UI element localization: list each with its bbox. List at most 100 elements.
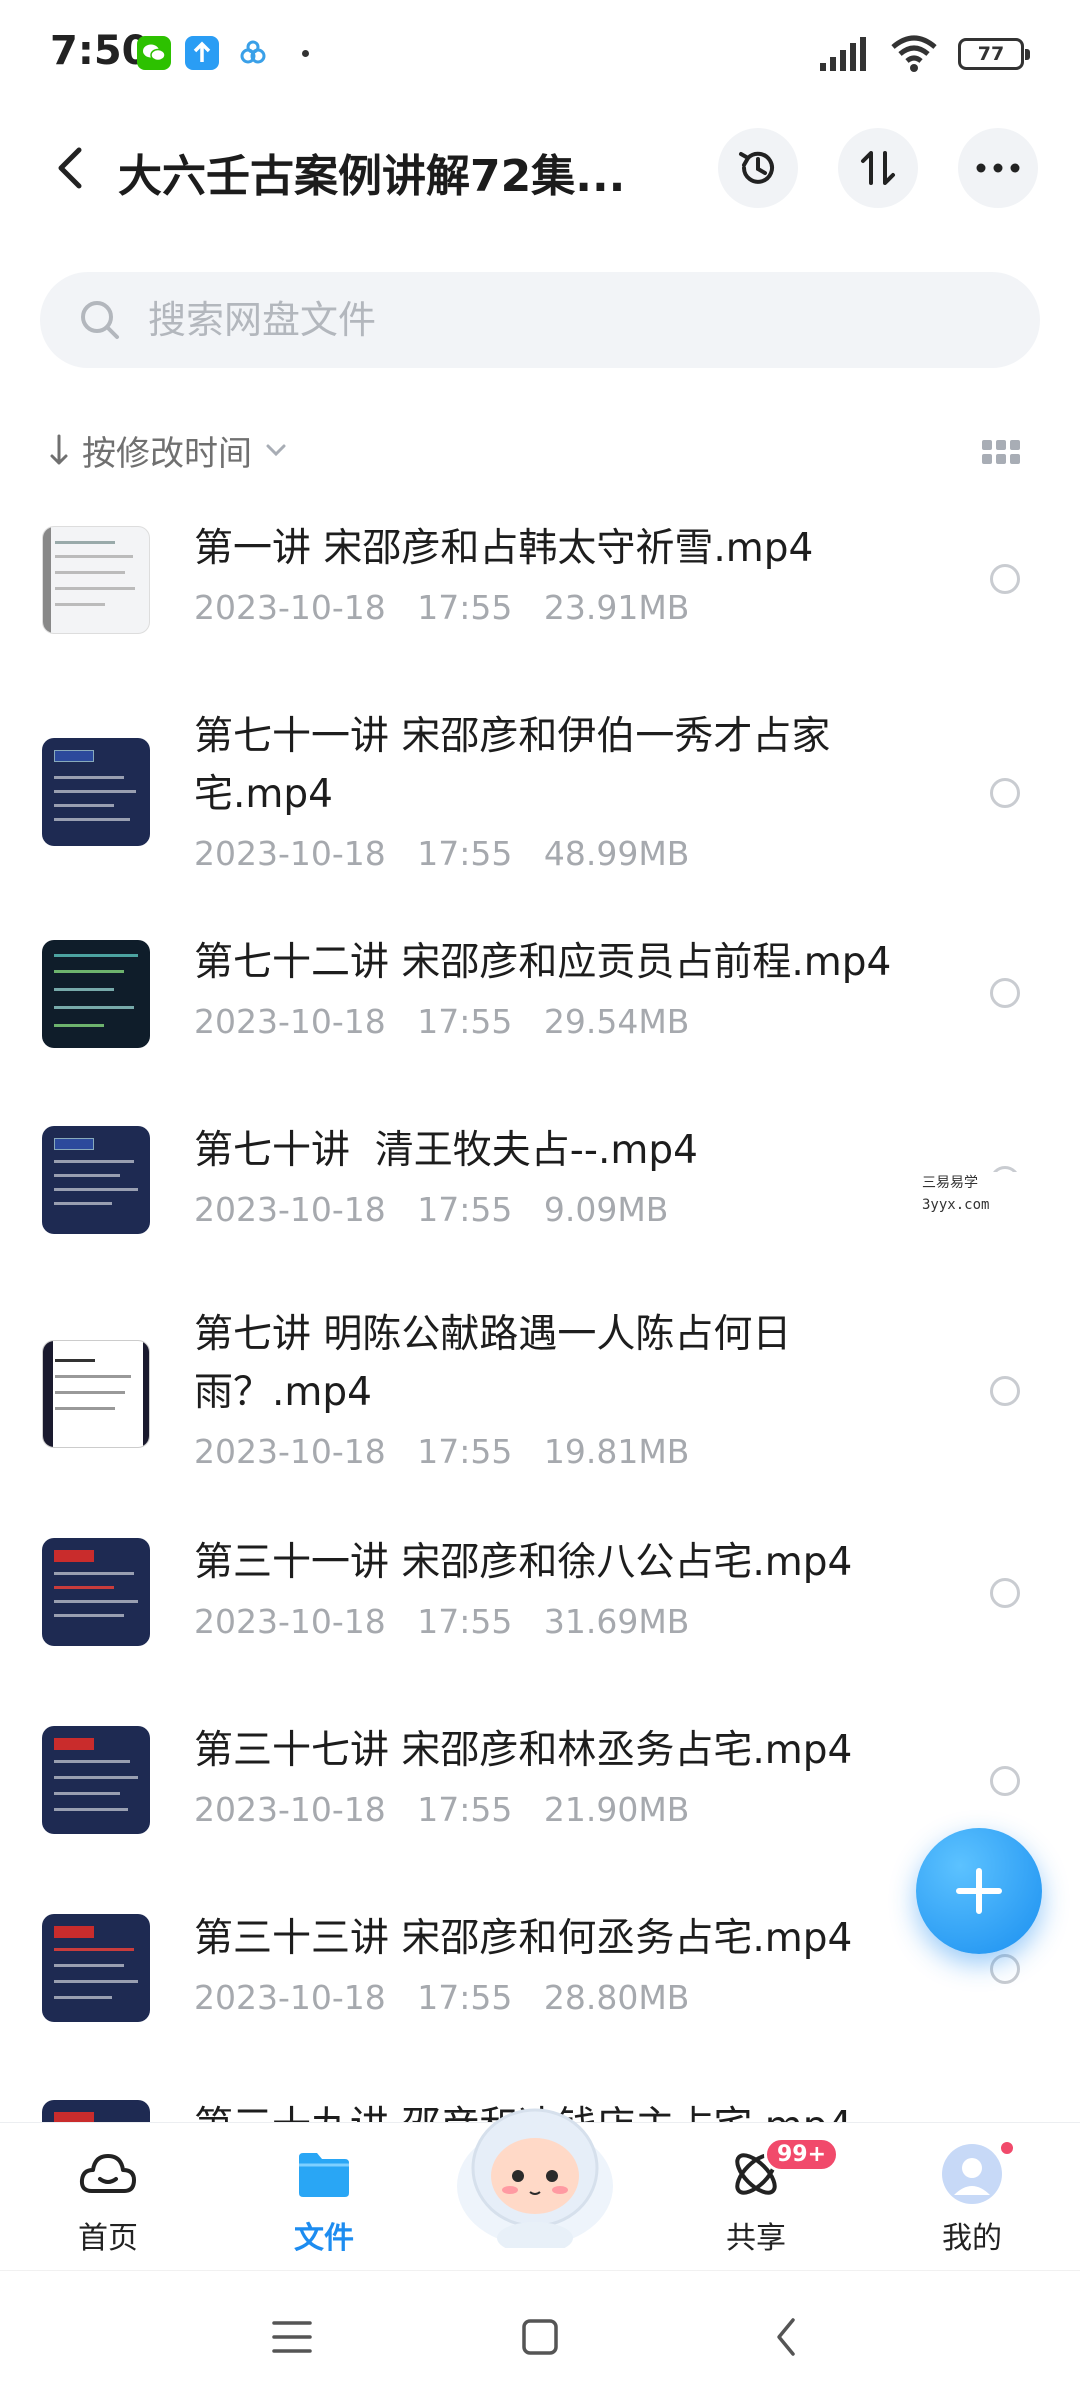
file-meta: 2023-10-18 17:55 9.09MB — [194, 1190, 668, 1229]
file-time: 17:55 — [417, 1190, 513, 1229]
avatar — [942, 2144, 1002, 2204]
file-size: 28.80MB — [543, 1978, 690, 2017]
nav-home-label: 首页 — [78, 2221, 138, 2256]
square-icon — [522, 2319, 558, 2355]
file-date: 2023-10-18 — [194, 1190, 386, 1229]
share-badge: 99+ — [764, 2137, 840, 2172]
search-input[interactable] — [148, 272, 1008, 368]
video-thumbnail — [42, 526, 150, 634]
file-row[interactable]: 第一讲 宋邵彦和占韩太守祈雪.mp4 2023-10-18 17:55 23.9… — [0, 520, 1080, 720]
wechat-icon — [137, 36, 171, 70]
menu-icon — [272, 2321, 312, 2353]
watermark: 三易易学 3yyx.com — [822, 1172, 1080, 1228]
file-date: 2023-10-18 — [194, 588, 386, 627]
status-time: 7:50 — [50, 28, 150, 74]
search-bar[interactable] — [40, 272, 1040, 368]
file-size: 23.91MB — [543, 588, 690, 627]
file-row[interactable]: 第七十二讲 宋邵彦和应贡员占前程.mp4 2023-10-18 17:55 29… — [0, 934, 1080, 1084]
upload-icon — [185, 36, 219, 70]
file-meta: 2023-10-18 17:55 31.69MB — [194, 1602, 689, 1641]
file-name: 第一讲 宋邵彦和占韩太守祈雪.mp4 — [194, 526, 814, 571]
history-button[interactable] — [718, 128, 798, 208]
select-radio[interactable] — [990, 1376, 1020, 1406]
file-size: 19.81MB — [543, 1432, 690, 1471]
file-size: 48.99MB — [543, 834, 690, 873]
more-button[interactable] — [958, 128, 1038, 208]
select-radio[interactable] — [990, 564, 1020, 594]
more-horizontal-icon — [976, 163, 1020, 173]
file-row[interactable]: 第三十七讲 宋邵彦和林丞务占宅.mp4 2023-10-18 17:55 21.… — [0, 1722, 1080, 1872]
add-button[interactable] — [916, 1828, 1042, 1954]
astronaut-mascot-icon — [457, 2108, 613, 2254]
grid-view-icon-cell — [1010, 454, 1020, 464]
nav-me[interactable]: 我的 — [892, 2139, 1052, 2257]
grid-view-icon-cell — [982, 454, 992, 464]
file-size: 9.09MB — [543, 1190, 669, 1229]
search-icon — [81, 301, 119, 339]
file-name: 第七十一讲 宋邵彦和伊伯一秀才占家宅.mp4 — [194, 714, 831, 817]
file-date: 2023-10-18 — [194, 1602, 386, 1641]
folder-icon — [299, 2153, 349, 2197]
grid-view-icon — [982, 440, 992, 450]
nav-share[interactable]: 99+ 共享 — [676, 2137, 840, 2257]
file-meta: 2023-10-18 17:55 29.54MB — [194, 1002, 689, 1041]
chevron-down-icon — [266, 444, 286, 457]
system-back-button[interactable] — [756, 2307, 816, 2367]
file-row[interactable]: 第三十三讲 宋邵彦和何丞务占宅.mp4 2023-10-18 17:55 28.… — [0, 1910, 1080, 2060]
video-thumbnail — [42, 1914, 150, 2022]
page-title: 大六壬古案例讲解72集... — [118, 151, 626, 202]
file-name: 第三十三讲 宋邵彦和何丞务占宅.mp4 — [194, 1916, 853, 1961]
chevron-left-icon — [58, 147, 82, 189]
arrow-down-icon — [50, 434, 68, 465]
select-radio[interactable] — [990, 978, 1020, 1008]
system-home-button[interactable] — [510, 2307, 570, 2367]
nav-me-label: 我的 — [942, 2221, 1002, 2256]
sort-label: 按修改时间 — [82, 433, 252, 474]
wifi-icon — [891, 35, 937, 72]
file-time: 17:55 — [417, 1602, 513, 1641]
notification-dot-icon — [302, 50, 309, 57]
video-thumbnail — [42, 1340, 150, 1448]
cloud-app-icon — [236, 36, 270, 70]
select-radio[interactable] — [990, 1766, 1020, 1796]
select-radio[interactable] — [990, 778, 1020, 808]
cloud-icon — [79, 2154, 136, 2193]
watermark-line1: 三易易学 — [922, 1175, 978, 1191]
back-button[interactable] — [40, 138, 100, 198]
file-row[interactable]: 第三十一讲 宋邵彦和徐八公占宅.mp4 2023-10-18 17:55 31.… — [0, 1534, 1080, 1684]
file-size: 31.69MB — [543, 1602, 690, 1641]
file-meta: 2023-10-18 17:55 23.91MB — [194, 588, 689, 627]
file-time: 17:55 — [417, 1432, 513, 1471]
select-radio[interactable] — [990, 1954, 1020, 1984]
signal-icon — [820, 37, 866, 71]
file-row[interactable]: 第七讲 明陈公献路遇一人陈占何日雨？.mp4 2023-10-18 17:55 … — [0, 1306, 1080, 1496]
file-time: 17:55 — [417, 588, 513, 627]
file-name: 第七十二讲 宋邵彦和应贡员占前程.mp4 — [194, 940, 892, 985]
select-radio[interactable] — [990, 1578, 1020, 1608]
file-row[interactable]: 第七十一讲 宋邵彦和伊伯一秀才占家宅.mp4 2023-10-18 17:55 … — [0, 708, 1080, 898]
chevron-left-icon — [777, 2318, 795, 2356]
file-size: 29.54MB — [543, 1002, 690, 1041]
video-thumbnail — [42, 738, 150, 846]
sort-toggle-button[interactable] — [838, 128, 918, 208]
system-navigation-bar — [0, 2270, 1080, 2400]
grid-view-icon-cell — [996, 440, 1006, 450]
file-meta: 2023-10-18 17:55 28.80MB — [194, 1978, 689, 2017]
grid-view-button[interactable] — [982, 432, 1022, 472]
mascot-button[interactable] — [440, 2098, 630, 2254]
video-thumbnail — [42, 940, 150, 1048]
status-bar: 7:50 77 — [0, 0, 1080, 110]
file-date: 2023-10-18 — [194, 1978, 386, 2017]
system-menu-button[interactable] — [262, 2307, 322, 2367]
sort-selector[interactable]: 按修改时间 — [48, 420, 288, 480]
file-name: 第七十讲 清王牧夫占--.mp4 — [194, 1128, 698, 1173]
header: 大六壬古案例讲解72集... — [0, 118, 1080, 218]
nav-share-label: 共享 — [726, 2221, 786, 2256]
me-notification-dot — [998, 2139, 1016, 2157]
nav-home[interactable]: 首页 — [28, 2139, 188, 2257]
swap-vertical-icon — [861, 151, 895, 185]
grid-view-icon-cell — [996, 454, 1006, 464]
file-date: 2023-10-18 — [194, 1432, 386, 1471]
file-name: 第三十一讲 宋邵彦和徐八公占宅.mp4 — [194, 1540, 853, 1585]
nav-files[interactable]: 文件 — [244, 2139, 404, 2257]
